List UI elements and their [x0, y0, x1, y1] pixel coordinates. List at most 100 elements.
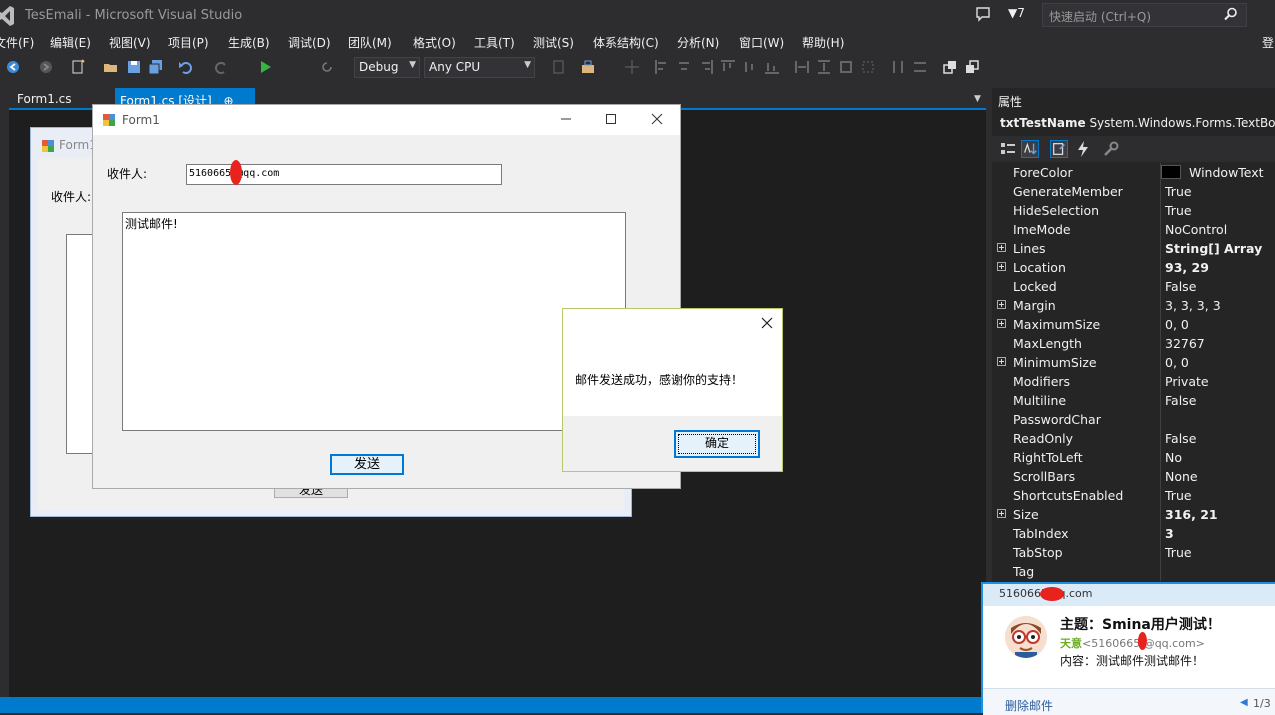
toast-account: 5160665 qq.com — [983, 584, 1275, 606]
property-row[interactable]: GenerateMember True — [992, 182, 1275, 201]
property-row[interactable]: ForeColor WindowText — [992, 163, 1275, 182]
property-row[interactable]: MaxLength 32767 — [992, 334, 1275, 353]
object-selector[interactable]: txtTestName System.Windows.Forms.TextBox — [992, 114, 1275, 136]
previous-icon[interactable]: ◀ — [1240, 697, 1248, 708]
object-type: System.Windows.Forms.TextBox — [1089, 116, 1275, 130]
vertical-spacing-icon[interactable] — [912, 59, 928, 75]
start-debug-icon[interactable] — [258, 59, 274, 75]
menu-debug[interactable]: 调试(D) — [288, 34, 331, 51]
property-row[interactable]: ShortcutsEnabled True — [992, 486, 1275, 505]
find-in-files-icon[interactable] — [551, 59, 567, 75]
navigate-back-icon[interactable] — [5, 59, 21, 75]
feedback-filter[interactable]: ▼7 — [1008, 6, 1025, 20]
close-icon[interactable] — [760, 316, 774, 330]
sign-in-link[interactable]: 登 — [1262, 34, 1274, 51]
make-same-width-icon[interactable] — [794, 59, 810, 75]
ok-button[interactable]: 确定 — [674, 430, 760, 458]
save-all-icon[interactable] — [148, 59, 164, 75]
align-rights-icon[interactable] — [698, 59, 714, 75]
quick-launch-input[interactable]: 快速启动 (Ctrl+Q) — [1042, 3, 1247, 27]
menu-help[interactable]: 帮助(H) — [802, 34, 844, 51]
menu-format[interactable]: 格式(O) — [413, 34, 456, 51]
expand-icon[interactable] — [997, 357, 1006, 366]
horizontal-spacing-icon[interactable] — [890, 59, 906, 75]
property-row[interactable]: Locked False — [992, 277, 1275, 296]
open-file-icon[interactable] — [103, 59, 119, 75]
property-row[interactable]: PasswordChar — [992, 410, 1275, 429]
body-textarea[interactable]: 测试邮件! — [122, 212, 626, 431]
menu-analyze[interactable]: 分析(N) — [677, 34, 719, 51]
property-row[interactable]: Location 93, 29 — [992, 258, 1275, 277]
menu-view[interactable]: 视图(V) — [109, 34, 151, 51]
undo-icon[interactable] — [178, 59, 194, 75]
menu-team[interactable]: 团队(M) — [348, 34, 392, 51]
search-icon[interactable] — [1224, 7, 1238, 21]
property-row[interactable]: ScrollBars None — [992, 467, 1275, 486]
property-row[interactable]: TabStop True — [992, 543, 1275, 562]
menu-file[interactable]: 文件(F) — [0, 34, 34, 51]
toolbox-icon[interactable] — [580, 59, 596, 75]
property-row[interactable]: Lines String[] Array — [992, 239, 1275, 258]
property-row[interactable]: Multiline False — [992, 391, 1275, 410]
refresh-icon[interactable] — [319, 59, 335, 75]
solution-config-select[interactable]: Debug ▼ — [354, 57, 420, 78]
visual-studio-logo-icon — [0, 6, 14, 26]
menu-edit[interactable]: 编辑(E) — [50, 34, 91, 51]
align-centers-icon[interactable] — [676, 59, 692, 75]
make-same-height-icon[interactable] — [816, 59, 832, 75]
menu-tools[interactable]: 工具(T) — [474, 34, 515, 51]
delete-mail-link[interactable]: 删除邮件 — [1005, 697, 1053, 714]
align-to-grid-icon[interactable] — [624, 59, 640, 75]
expand-icon[interactable] — [997, 262, 1006, 271]
send-to-back-icon[interactable] — [964, 59, 980, 75]
property-row[interactable]: TabIndex 3 — [992, 524, 1275, 543]
tab-dropdown-icon[interactable]: ▼ — [974, 94, 981, 104]
align-lefts-icon[interactable] — [654, 59, 670, 75]
categorized-icon[interactable] — [999, 140, 1017, 158]
menu-window[interactable]: 窗口(W) — [739, 34, 784, 51]
expand-icon[interactable] — [997, 509, 1006, 518]
save-icon[interactable] — [126, 59, 142, 75]
expand-icon[interactable] — [997, 319, 1006, 328]
redo-icon[interactable] — [213, 59, 229, 75]
menu-project[interactable]: 项目(P) — [168, 34, 209, 51]
menu-test[interactable]: 测试(S) — [533, 34, 574, 51]
property-row[interactable]: Size 316, 21 — [992, 505, 1275, 524]
menu-build[interactable]: 生成(B) — [228, 34, 270, 51]
platform-select[interactable]: Any CPU ▼ — [424, 57, 535, 78]
chevron-down-icon: ▼ — [524, 60, 531, 70]
send-button[interactable]: 发送 — [330, 454, 404, 475]
menu-architecture[interactable]: 体系结构(C) — [593, 34, 659, 51]
form1-title-bar[interactable]: Form1 — [93, 105, 680, 135]
expand-icon[interactable] — [997, 243, 1006, 252]
align-middles-icon[interactable] — [742, 59, 758, 75]
alphabetical-icon[interactable] — [1021, 140, 1039, 158]
properties-icon[interactable] — [1050, 140, 1068, 158]
property-row[interactable]: ImeMode NoControl — [992, 220, 1275, 239]
designer-recipient-label[interactable]: 收件人: — [51, 188, 91, 205]
expand-icon[interactable] — [997, 300, 1006, 309]
property-row[interactable]: Modifiers Private — [992, 372, 1275, 391]
property-row[interactable]: ReadOnly False — [992, 429, 1275, 448]
events-icon[interactable] — [1074, 140, 1092, 158]
property-row[interactable]: RightToLeft No — [992, 448, 1275, 467]
property-row[interactable]: MaximumSize 0, 0 — [992, 315, 1275, 334]
notifications-icon[interactable] — [975, 6, 991, 22]
maximize-icon[interactable] — [603, 111, 619, 127]
size-to-grid-icon[interactable] — [860, 59, 876, 75]
bring-to-front-icon[interactable] — [942, 59, 958, 75]
navigate-forward-icon[interactable] — [38, 59, 54, 75]
toolbox-side-strip[interactable] — [0, 82, 9, 697]
new-project-icon[interactable] — [70, 59, 86, 75]
property-row[interactable]: HideSelection True — [992, 201, 1275, 220]
align-tops-icon[interactable] — [720, 59, 736, 75]
mail-notification-toast[interactable]: 5160665 qq.com 主题：Smina用户测试！ 天意<5160665 … — [981, 582, 1275, 715]
close-icon[interactable] — [649, 111, 665, 127]
property-row[interactable]: Margin 3, 3, 3, 3 — [992, 296, 1275, 315]
align-bottoms-icon[interactable] — [764, 59, 780, 75]
property-pages-icon[interactable] — [1102, 140, 1120, 158]
make-same-size-icon[interactable] — [838, 59, 854, 75]
property-row[interactable]: Tag — [992, 562, 1275, 581]
minimize-icon[interactable] — [558, 111, 574, 127]
property-row[interactable]: MinimumSize 0, 0 — [992, 353, 1275, 372]
